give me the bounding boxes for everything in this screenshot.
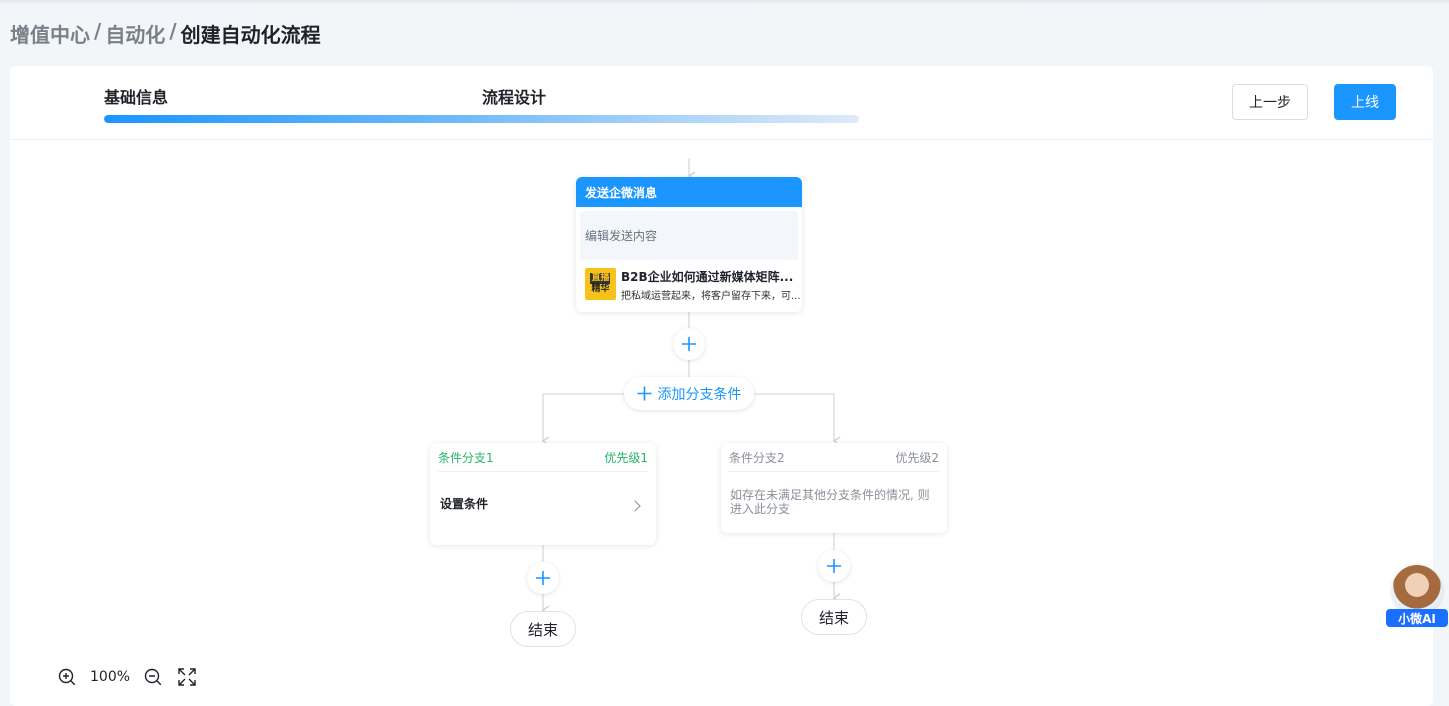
breadcrumb-separator: / (169, 19, 177, 43)
step-header: 基础信息 流程设计 上一步 上线 (10, 66, 1433, 140)
end-node: 结束 (510, 611, 576, 647)
go-online-button[interactable]: 上线 (1334, 84, 1396, 120)
plus-icon (637, 386, 651, 401)
article-card[interactable]: 直播 精华 B2B企业如何通过新媒体矩阵... 把私域运营起来，将客户留存下来，… (585, 268, 801, 302)
fullscreen-icon[interactable] (178, 668, 196, 686)
plus-icon (536, 571, 550, 585)
chevron-right-icon[interactable] (629, 500, 641, 512)
add-node-button[interactable] (818, 550, 850, 582)
branch-description: 如存在未满足其他分支条件的情况, 则进入此分支 (730, 488, 930, 516)
breadcrumb: 增值中心 / 自动化 / 创建自动化流程 (10, 19, 321, 48)
article-desc: 把私域运营起来，将客户留存下来，可... (620, 291, 801, 302)
breadcrumb-separator: / (94, 19, 102, 43)
branch-name: 条件分支2 (729, 450, 785, 465)
add-node-button[interactable] (527, 562, 559, 594)
ai-assistant-button[interactable]: 小微AI (1386, 561, 1448, 629)
thumb-text-line1: 直播 (590, 273, 611, 284)
branch-priority[interactable]: 优先级1 (604, 449, 648, 466)
breadcrumb-current: 创建自动化流程 (180, 23, 321, 47)
set-condition-label[interactable]: 设置条件 (440, 495, 488, 512)
step-basic-info[interactable]: 基础信息 (104, 84, 168, 108)
edit-content-field[interactable]: 编辑发送内容 (580, 211, 798, 260)
zoom-in-icon[interactable] (58, 668, 76, 686)
assistant-label: 小微AI (1386, 609, 1448, 627)
assistant-avatar (1392, 565, 1442, 615)
step-progress-bar (104, 115, 859, 123)
branch-name: 条件分支1 (438, 450, 494, 465)
send-wecom-message-node[interactable]: 发送企微消息 编辑发送内容 直播 精华 B2B企业如何通过新媒体矩阵... 把私… (576, 177, 802, 312)
zoom-out-icon[interactable] (144, 668, 162, 686)
plus-icon (682, 337, 696, 351)
breadcrumb-item-automation[interactable]: 自动化 (105, 19, 165, 48)
step-progress-fill (104, 115, 859, 123)
zoom-toolbar: 100% (58, 668, 196, 686)
add-branch-condition-button[interactable]: 添加分支条件 (624, 377, 754, 410)
node-title: 发送企微消息 (576, 177, 802, 207)
step-flow-design[interactable]: 流程设计 (482, 84, 546, 108)
end-node: 结束 (801, 599, 867, 635)
breadcrumb-item-value-center[interactable]: 增值中心 (10, 19, 90, 48)
zoom-level: 100% (90, 669, 131, 685)
article-thumbnail: 直播 精华 (585, 268, 616, 300)
add-branch-label: 添加分支条件 (657, 386, 742, 403)
article-title: B2B企业如何通过新媒体矩阵... (620, 270, 794, 284)
top-shadow (0, 0, 1449, 6)
branch-priority[interactable]: 优先级2 (895, 449, 939, 466)
plus-icon (827, 559, 841, 573)
add-node-button[interactable] (673, 328, 705, 360)
prev-step-button[interactable]: 上一步 (1232, 84, 1308, 120)
branch-node-1[interactable]: 条件分支1 优先级1 设置条件 (430, 443, 656, 545)
branch-node-2[interactable]: 条件分支2 优先级2 如存在未满足其他分支条件的情况, 则进入此分支 (721, 443, 947, 533)
thumb-text-line2: 精华 (591, 284, 610, 294)
